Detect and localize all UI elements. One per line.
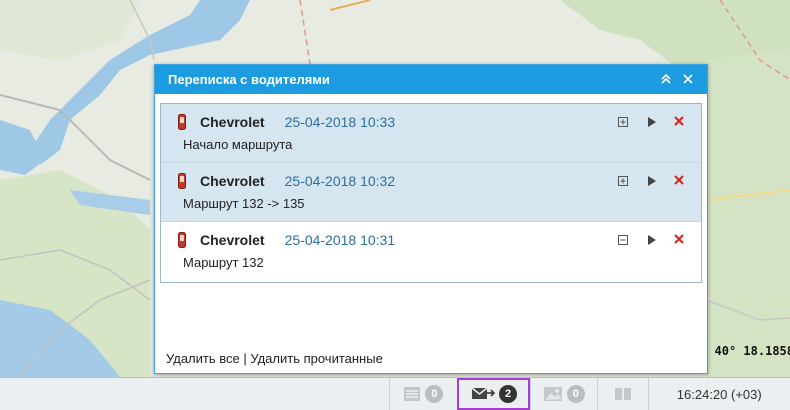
status-bar: 0 2 0 16:24:20 (+03) (0, 377, 790, 410)
message-time: 25-04-2018 10:32 (284, 173, 396, 189)
delete-icon[interactable] (665, 172, 693, 190)
message-text: Маршрут 132 (183, 255, 264, 270)
delete-read-link[interactable]: Удалить прочитанные (250, 351, 382, 366)
message-sender: Chevrolet (200, 173, 265, 189)
tasks-indicator[interactable]: 0 (388, 378, 458, 410)
footer-separator: | (239, 351, 251, 366)
message-time: 25-04-2018 10:31 (284, 232, 396, 248)
minus-box-icon[interactable] (609, 233, 637, 248)
panel-layout-icon (614, 388, 631, 400)
message-item[interactable]: Chevrolet 25-04-2018 10:32 Маршрут 132 -… (161, 163, 701, 222)
play-icon[interactable] (637, 115, 665, 130)
double-chevron-up-icon[interactable] (655, 72, 677, 87)
close-icon[interactable] (677, 72, 699, 87)
clock-segment: 16:24:20 (+03) (647, 378, 790, 410)
tasks-count-badge: 0 (425, 385, 444, 403)
layout-indicator[interactable] (596, 378, 648, 410)
play-icon[interactable] (637, 233, 665, 248)
message-item[interactable]: Chevrolet 25-04-2018 10:33 Начало маршру… (161, 104, 701, 163)
plus-box-icon[interactable] (609, 115, 637, 130)
message-item[interactable]: Chevrolet 25-04-2018 10:31 Маршрут 132 (161, 222, 701, 280)
messages-indicator[interactable]: 2 (457, 378, 530, 410)
delete-icon[interactable] (665, 113, 693, 131)
status-bar-spacer (0, 378, 389, 410)
mobile-phone-icon (178, 114, 186, 130)
message-time: 25-04-2018 10:33 (284, 114, 396, 130)
message-sender: Chevrolet (200, 114, 265, 130)
photos-indicator[interactable]: 0 (529, 378, 597, 410)
document-list-icon (404, 387, 421, 401)
mail-arrows-icon (471, 387, 496, 399)
map-coordinate: 40° 18.1858 (714, 344, 790, 358)
dialog-titlebar[interactable]: Переписка с водителями (155, 65, 707, 94)
plus-box-icon[interactable] (609, 174, 637, 189)
message-text: Начало маршрута (183, 137, 293, 152)
messages-count-badge: 2 (499, 385, 518, 403)
clock: 16:24:20 (+03) (676, 386, 762, 402)
message-sender: Chevrolet (200, 232, 265, 248)
delete-icon[interactable] (665, 231, 693, 249)
dialog-footer: Удалить все | Удалить прочитанные (166, 351, 383, 366)
message-text: Маршрут 132 -> 135 (183, 196, 305, 211)
dialog-title: Переписка с водителями (168, 72, 330, 87)
mobile-phone-icon (178, 232, 186, 248)
photos-count-badge: 0 (566, 385, 585, 403)
message-list: Chevrolet 25-04-2018 10:33 Начало маршру… (160, 103, 702, 283)
driver-messages-dialog: Переписка с водителями Chevrolet 25-04-2… (154, 64, 708, 374)
delete-all-link[interactable]: Удалить все (166, 351, 240, 366)
play-icon[interactable] (637, 174, 665, 189)
image-icon (543, 387, 562, 401)
mobile-phone-icon (178, 173, 186, 189)
